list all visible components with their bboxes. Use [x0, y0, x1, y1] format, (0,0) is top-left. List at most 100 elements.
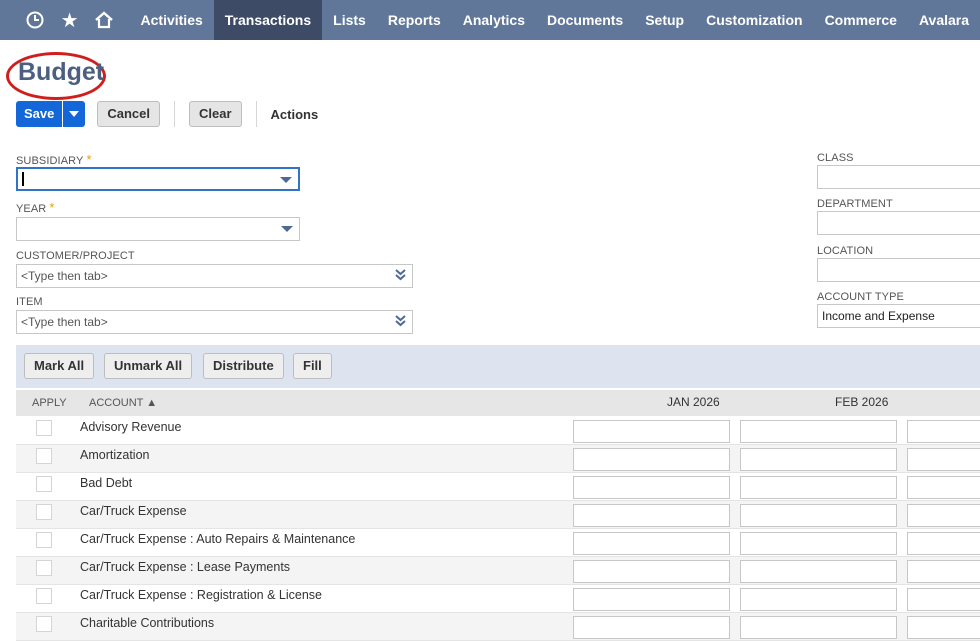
nav-lists[interactable]: Lists — [322, 0, 377, 40]
mar-2026-amount-input[interactable] — [907, 476, 980, 499]
item-placeholder: <Type then tab> — [21, 315, 108, 329]
feb-2026-amount-input[interactable] — [740, 560, 897, 583]
nav-avalara[interactable]: Avalara — [908, 0, 980, 40]
clear-button[interactable]: Clear — [189, 101, 242, 127]
feb-2026-amount-input[interactable] — [740, 532, 897, 555]
nav-customization[interactable]: Customization — [695, 0, 813, 40]
table-row: Car/Truck Expense : Auto Repairs & Maint… — [16, 529, 980, 557]
nav-commerce[interactable]: Commerce — [814, 0, 908, 40]
jan-2026-amount-input[interactable] — [573, 616, 730, 639]
table-row: Advisory Revenue — [16, 417, 980, 445]
location-label: LOCATION — [817, 245, 874, 257]
jan-2026-amount-input[interactable] — [573, 560, 730, 583]
apply-checkbox[interactable] — [36, 476, 52, 492]
customer-project-label: CUSTOMER/PROJECT — [16, 250, 135, 262]
nav-reports[interactable]: Reports — [377, 0, 452, 40]
location-field[interactable] — [817, 258, 980, 282]
actions-menu[interactable]: Actions — [271, 107, 319, 122]
apply-column-header: APPLY — [32, 397, 67, 409]
page-title: Budget — [18, 58, 105, 86]
account-type-select[interactable]: Income and Expense — [817, 304, 980, 328]
nav-setup[interactable]: Setup — [634, 0, 695, 40]
nav-documents[interactable]: Documents — [536, 0, 634, 40]
save-button-label: Save — [16, 101, 64, 127]
account-name: Car/Truck Expense — [80, 504, 187, 518]
double-chevron-down-icon[interactable] — [395, 315, 406, 330]
toolbar-divider — [174, 101, 176, 127]
nav-transactions[interactable]: Transactions — [213, 0, 323, 40]
account-type-label: ACCOUNT TYPE — [817, 291, 904, 303]
table-row: Charitable Contributions — [16, 613, 980, 641]
table-row: Amortization — [16, 445, 980, 473]
jan-2026-amount-input[interactable] — [573, 476, 730, 499]
fill-button[interactable]: Fill — [293, 353, 332, 379]
year-label: YEAR * — [16, 200, 55, 215]
account-name: Car/Truck Expense : Auto Repairs & Maint… — [80, 532, 356, 546]
apply-checkbox[interactable] — [36, 420, 52, 436]
feb-2026-amount-input[interactable] — [740, 504, 897, 527]
home-icon[interactable] — [87, 0, 122, 40]
feb-2026-amount-input[interactable] — [740, 476, 897, 499]
text-cursor — [22, 172, 24, 186]
toolbar-divider — [255, 101, 257, 127]
mar-2026-amount-input[interactable] — [907, 532, 980, 555]
table-row: Car/Truck Expense — [16, 501, 980, 529]
class-label: CLASS — [817, 152, 854, 164]
table-row: Bad Debt — [16, 473, 980, 501]
apply-checkbox[interactable] — [36, 504, 52, 520]
mar-2026-amount-input[interactable] — [907, 616, 980, 639]
apply-checkbox[interactable] — [36, 448, 52, 464]
nav-analytics[interactable]: Analytics — [452, 0, 536, 40]
mar-2026-amount-input[interactable] — [907, 420, 980, 443]
mar-2026-amount-input[interactable] — [907, 448, 980, 471]
jan-2026-amount-input[interactable] — [573, 504, 730, 527]
mar-2026-amount-input[interactable] — [907, 588, 980, 611]
table-row: Car/Truck Expense : Lease Payments — [16, 557, 980, 585]
customer-project-field[interactable]: <Type then tab> — [16, 264, 413, 288]
top-nav: ★ Activities Transactions Lists Reports … — [0, 0, 980, 40]
jan-2026-amount-input[interactable] — [573, 588, 730, 611]
item-field[interactable]: <Type then tab> — [16, 310, 413, 334]
department-field[interactable] — [817, 211, 980, 235]
jan-2026-column-header: JAN 2026 — [667, 395, 720, 409]
sublist-header: APPLY ACCOUNT ▲ JAN 2026 FEB 2026 — [16, 390, 980, 416]
feb-2026-amount-input[interactable] — [740, 588, 897, 611]
feb-2026-amount-input[interactable] — [740, 420, 897, 443]
jan-2026-amount-input[interactable] — [573, 448, 730, 471]
mar-2026-amount-input[interactable] — [907, 504, 980, 527]
save-menu-chevron-icon[interactable] — [63, 101, 85, 127]
mark-all-button[interactable]: Mark All — [24, 353, 95, 379]
subsidiary-label: SUBSIDIARY * — [16, 152, 92, 167]
account-name: Charitable Contributions — [80, 616, 215, 630]
feb-2026-amount-input[interactable] — [740, 616, 897, 639]
item-label: ITEM — [16, 296, 43, 308]
nav-activities[interactable]: Activities — [130, 0, 214, 40]
account-column-header[interactable]: ACCOUNT ▲ — [89, 397, 157, 409]
save-button[interactable]: Save — [16, 101, 86, 127]
department-label: DEPARTMENT — [817, 198, 893, 210]
unmark-all-button[interactable]: Unmark All — [104, 353, 193, 379]
apply-checkbox[interactable] — [36, 616, 52, 632]
dropdown-caret-icon — [280, 177, 292, 183]
feb-2026-column-header: FEB 2026 — [835, 395, 889, 409]
dropdown-caret-icon — [281, 226, 293, 232]
apply-checkbox[interactable] — [36, 560, 52, 576]
jan-2026-amount-input[interactable] — [573, 532, 730, 555]
account-name: Car/Truck Expense : Registration & Licen… — [80, 588, 323, 602]
account-type-value: Income and Expense — [822, 309, 935, 323]
jan-2026-amount-input[interactable] — [573, 420, 730, 443]
apply-checkbox[interactable] — [36, 588, 52, 604]
double-chevron-down-icon[interactable] — [395, 269, 406, 284]
star-icon[interactable]: ★ — [52, 0, 87, 40]
cancel-button[interactable]: Cancel — [97, 101, 161, 127]
mar-2026-amount-input[interactable] — [907, 560, 980, 583]
class-field[interactable] — [817, 165, 980, 189]
distribute-button[interactable]: Distribute — [203, 353, 284, 379]
feb-2026-amount-input[interactable] — [740, 448, 897, 471]
apply-checkbox[interactable] — [36, 532, 52, 548]
year-select[interactable] — [16, 217, 300, 241]
account-name: Bad Debt — [80, 476, 133, 490]
subsidiary-select[interactable] — [16, 167, 300, 191]
recent-records-icon[interactable] — [17, 0, 52, 40]
customer-project-placeholder: <Type then tab> — [21, 269, 108, 283]
